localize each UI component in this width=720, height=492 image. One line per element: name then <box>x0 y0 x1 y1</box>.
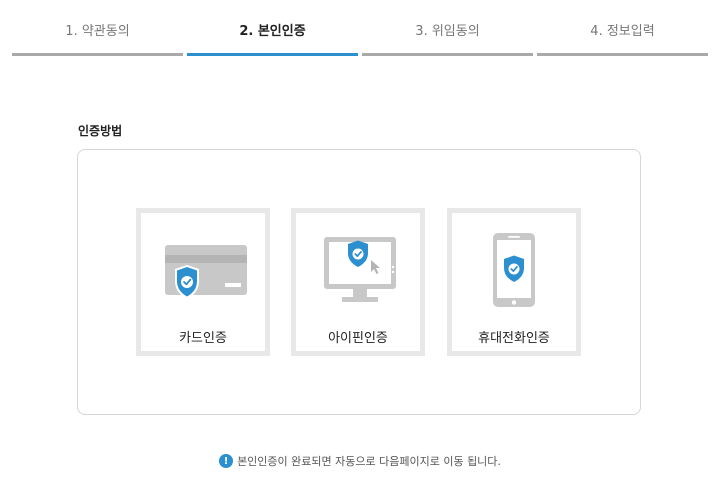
section-title: 인증방법 <box>78 124 123 138</box>
card-shield-icon <box>165 245 247 299</box>
exclamation-icon: ! <box>219 454 234 468</box>
card-verification-option[interactable]: 카드인증 <box>136 208 270 356</box>
card-verification-label: 카드인증 <box>179 331 227 346</box>
phone-verification-option[interactable]: 휴대전화인증 <box>447 208 581 356</box>
step-information-input[interactable]: 4. 정보입력 <box>537 0 708 56</box>
step-progress-bar: 1. 약관동의 2. 본인인증 3. 위임동의 4. 정보입력 <box>12 0 708 56</box>
verification-method-panel: 카드인증 아이핀인증 휴대전화인증 <box>77 149 641 415</box>
monitor-shield-icon <box>324 237 396 302</box>
step-identity-verification[interactable]: 2. 본인인증 <box>187 0 358 56</box>
notice-text: 본인인증이 완료되면 자동으로 다음페이지로 이동 됩니다. <box>237 455 501 468</box>
step-terms-agreement[interactable]: 1. 약관동의 <box>12 0 183 56</box>
phone-verification-label: 휴대전화인증 <box>478 331 550 346</box>
ipin-verification-label: 아이핀인증 <box>328 331 388 346</box>
step-delegation-agreement[interactable]: 3. 위임동의 <box>362 0 533 56</box>
phone-shield-icon <box>493 233 535 307</box>
ipin-verification-option[interactable]: 아이핀인증 <box>291 208 425 356</box>
auto-redirect-notice: ! 본인인증이 완료되면 자동으로 다음페이지로 이동 됩니다. <box>0 453 720 469</box>
identity-verification-page: 1. 약관동의 2. 본인인증 3. 위임동의 4. 정보입력 인증방법 카드인… <box>0 0 720 492</box>
